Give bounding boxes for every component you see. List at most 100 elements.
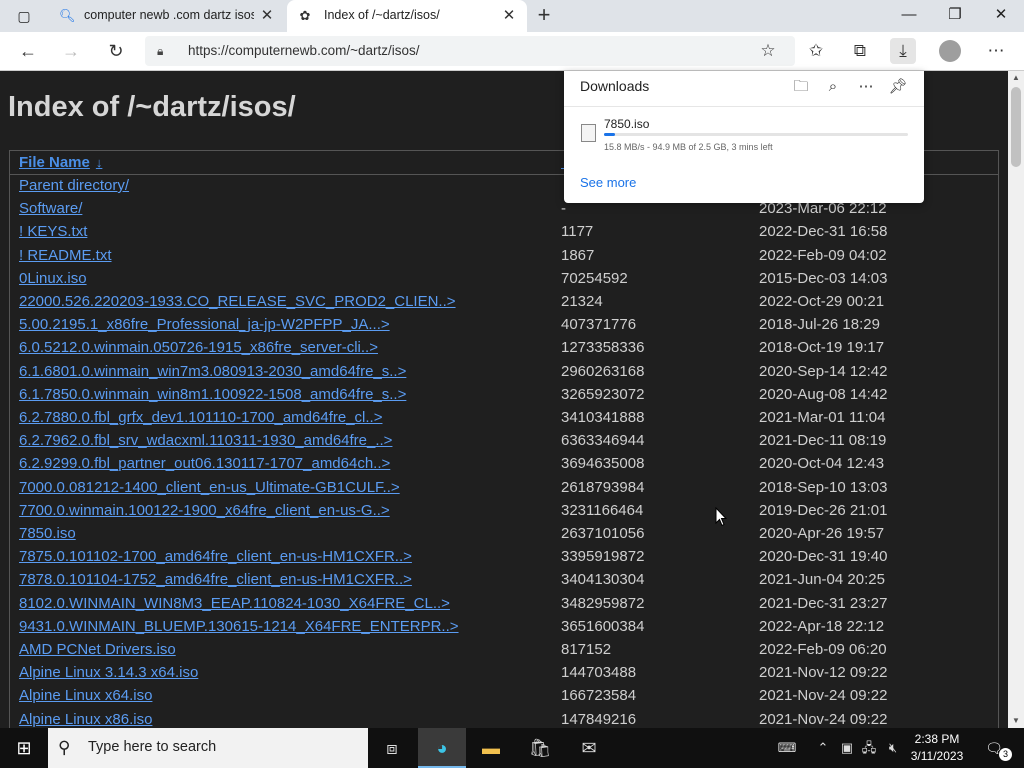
minimize-icon[interactable]: —	[886, 0, 932, 30]
more-options-icon[interactable]: ⋯	[854, 75, 878, 99]
file-link[interactable]: 6.0.5212.0.winmain.050726-1915_x86fre_se…	[19, 339, 378, 356]
file-icon	[581, 124, 596, 142]
add-favorite-icon[interactable]: ☆	[755, 38, 781, 64]
table-row: AMD PCNet Drivers.iso 817152 2022-Feb-09 0…	[10, 639, 998, 662]
refresh-icon[interactable]: ↻	[103, 38, 129, 64]
pin-icon[interactable]: 📌︎	[886, 75, 910, 99]
table-row: ! README.txt 1867 2022-Feb-09 04:02	[10, 245, 998, 268]
file-date: 2021-Jun-04 20:25	[759, 571, 885, 589]
see-more-link[interactable]: See more	[580, 175, 636, 190]
sort-by-name-link[interactable]: File Name ↓	[19, 154, 102, 171]
close-tab-icon[interactable]: ✕	[257, 6, 277, 26]
file-size: 21324	[561, 293, 603, 310]
open-folder-icon[interactable]: 🗀	[789, 75, 813, 99]
tab-title: computer newb .com dartz isos	[84, 8, 254, 22]
scroll-up-icon[interactable]: ▲	[1008, 71, 1024, 85]
mouse-cursor-icon	[715, 507, 727, 527]
file-link[interactable]: 0Linux.iso	[19, 270, 87, 287]
lock-icon[interactable]: 🔒︎	[157, 43, 171, 59]
download-filename[interactable]: 7850.iso	[604, 117, 649, 131]
downloads-icon[interactable]: ⤓	[890, 38, 916, 64]
table-row: Alpine Linux x86.iso 147849216 2021-Nov-24…	[10, 709, 998, 728]
forward-icon[interactable]: →	[58, 38, 84, 64]
search-downloads-icon[interactable]: ⌕	[821, 75, 845, 99]
new-tab-button[interactable]: +	[532, 3, 556, 27]
file-link[interactable]: 6.2.7880.0.fbl_grfx_dev1.101110-1700_amd…	[19, 409, 382, 426]
file-link[interactable]: Alpine Linux x86.iso	[19, 711, 152, 728]
address-bar[interactable]: 🔒︎ https://computernewb.com/~dartz/isos/	[145, 36, 795, 66]
file-link[interactable]: 22000.526.220203-1933.CO_RELEASE_SVC_PRO…	[19, 293, 456, 310]
clock[interactable]: 2:38 PM 3/11/2023	[902, 731, 972, 765]
windows-start-icon[interactable]: ⊞	[0, 728, 48, 768]
table-row: 7000.0.081212-1400_client_en-us_Ultimate…	[10, 477, 998, 500]
file-size: 3482959872	[561, 594, 645, 612]
file-link[interactable]: 6.1.6801.0.winmain_win7m3.080913-2030_am…	[19, 363, 406, 380]
file-link[interactable]: 7700.0.winmain.100122-1900_x64fre_client…	[19, 502, 390, 519]
file-date: 2018-Oct-19 19:17	[759, 339, 885, 357]
clock-date: 3/11/2023	[910, 749, 964, 763]
keyboard-icon[interactable]: ⌨	[777, 738, 797, 758]
file-link[interactable]: 5.00.2195.1_x86fre_Professional_ja-jp-W2…	[19, 316, 390, 333]
file-link[interactable]: Alpine Linux 3.14.3 x64.iso	[19, 664, 198, 681]
file-date: 2021-Dec-31 23:27	[759, 594, 888, 612]
file-link[interactable]: 7875.0.101102-1700_amd64fre_client_en-us…	[19, 548, 412, 565]
table-row: 22000.526.220203-1933.CO_RELEASE_SVC_PRO…	[10, 291, 998, 314]
file-link[interactable]: Parent directory/	[19, 177, 129, 194]
favorites-icon[interactable]: ✩	[803, 38, 829, 64]
file-size: 2618793984	[561, 478, 645, 496]
file-link[interactable]: 8102.0.WINMAIN_WIN8M3_EEAP.110824-1030_X…	[19, 595, 450, 612]
store-icon[interactable]: 🛍︎	[516, 728, 564, 768]
file-link[interactable]: 7850.iso	[19, 525, 76, 542]
file-date: 2021-Nov-24 09:22	[759, 710, 888, 728]
file-date: 2021-Dec-11 08:19	[759, 432, 887, 450]
table-row: 7700.0.winmain.100122-1900_x64fre_client…	[10, 500, 998, 523]
edge-icon[interactable]: ◕	[418, 728, 466, 768]
file-link[interactable]: 6.1.7850.0.winmain_win8m1.100922-1508_am…	[19, 386, 406, 403]
file-link[interactable]: 9431.0.WINMAIN_BLUEMP.130615-1214_X64FRE…	[19, 618, 459, 635]
tab-actions-icon[interactable]: ▢	[8, 6, 40, 26]
file-link[interactable]: Alpine Linux x64.iso	[19, 687, 152, 704]
file-date: 2018-Sep-10 13:03	[759, 478, 888, 496]
file-link[interactable]: 6.2.7962.0.fbl_srv_wdacxml.110311-1930_a…	[19, 432, 392, 449]
file-explorer-icon[interactable]: ▬	[467, 728, 515, 768]
network-icon[interactable]: 🖧︎	[859, 738, 879, 758]
file-date: 2021-Nov-24 09:22	[759, 687, 888, 705]
table-row: ! KEYS.txt 1177 2022-Dec-31 16:58	[10, 221, 998, 244]
chevron-up-icon[interactable]: ⌃	[813, 738, 833, 758]
scroll-thumb[interactable]	[1011, 87, 1021, 167]
url-text[interactable]: https://computernewb.com/~dartz/isos/	[188, 43, 419, 58]
table-row: 7850.iso 2637101056 2020-Apr-26 19:57	[10, 523, 998, 546]
back-icon[interactable]: ←	[15, 38, 41, 64]
device-icon[interactable]: ▣	[837, 738, 857, 758]
file-size: 1273358336	[561, 339, 645, 357]
close-window-icon[interactable]: ✕	[978, 0, 1024, 30]
file-link[interactable]: ! README.txt	[19, 247, 112, 264]
file-link[interactable]: 7000.0.081212-1400_client_en-us_Ultimate…	[19, 479, 400, 496]
tab-search[interactable]: 🔍︎ computer newb .com dartz isos ✕	[47, 0, 285, 32]
downloads-panel: Downloads 🗀 ⌕ ⋯ 📌︎ 7850.iso 15.8 MB/s - …	[564, 71, 924, 203]
task-view-icon[interactable]: ⧈	[368, 728, 416, 768]
mail-icon[interactable]: ✉	[565, 728, 613, 768]
search-placeholder[interactable]: Type here to search	[88, 739, 216, 755]
taskbar-search[interactable]: ⚲ Type here to search	[48, 728, 368, 768]
file-link[interactable]: AMD PCNet Drivers.iso	[19, 641, 176, 658]
settings-more-icon[interactable]: ⋯	[983, 38, 1009, 64]
file-size: 3651600384	[561, 617, 645, 635]
restore-icon[interactable]: ❐	[932, 0, 978, 30]
file-link[interactable]: 6.2.9299.0.fbl_partner_out06.130117-1707…	[19, 455, 390, 472]
scroll-down-icon[interactable]: ▼	[1008, 714, 1024, 728]
table-row: 9431.0.WINMAIN_BLUEMP.130615-1214_X64FRE…	[10, 616, 998, 639]
volume-muted-icon[interactable]: 🔇︎	[883, 738, 903, 758]
table-row: 6.1.6801.0.winmain_win7m3.080913-2030_am…	[10, 361, 998, 384]
file-link[interactable]: Software/	[19, 200, 82, 217]
collections-icon[interactable]: ⧉	[847, 38, 873, 64]
table-row: 6.2.7880.0.fbl_grfx_dev1.101110-1700_amd…	[10, 407, 998, 430]
vertical-scrollbar[interactable]: ▲ ▼	[1008, 71, 1024, 728]
file-link[interactable]: ! KEYS.txt	[19, 223, 87, 240]
file-link[interactable]: 7878.0.101104-1752_amd64fre_client_en-us…	[19, 571, 412, 588]
tab-index[interactable]: ✿ Index of /~dartz/isos/ ✕	[287, 0, 527, 32]
search-icon: 🔍︎	[59, 8, 76, 23]
close-tab-icon[interactable]: ✕	[499, 6, 519, 26]
profile-avatar[interactable]	[939, 40, 961, 62]
address-toolbar: ← → ↻ 🔒︎ https://computernewb.com/~dartz…	[0, 32, 1024, 71]
